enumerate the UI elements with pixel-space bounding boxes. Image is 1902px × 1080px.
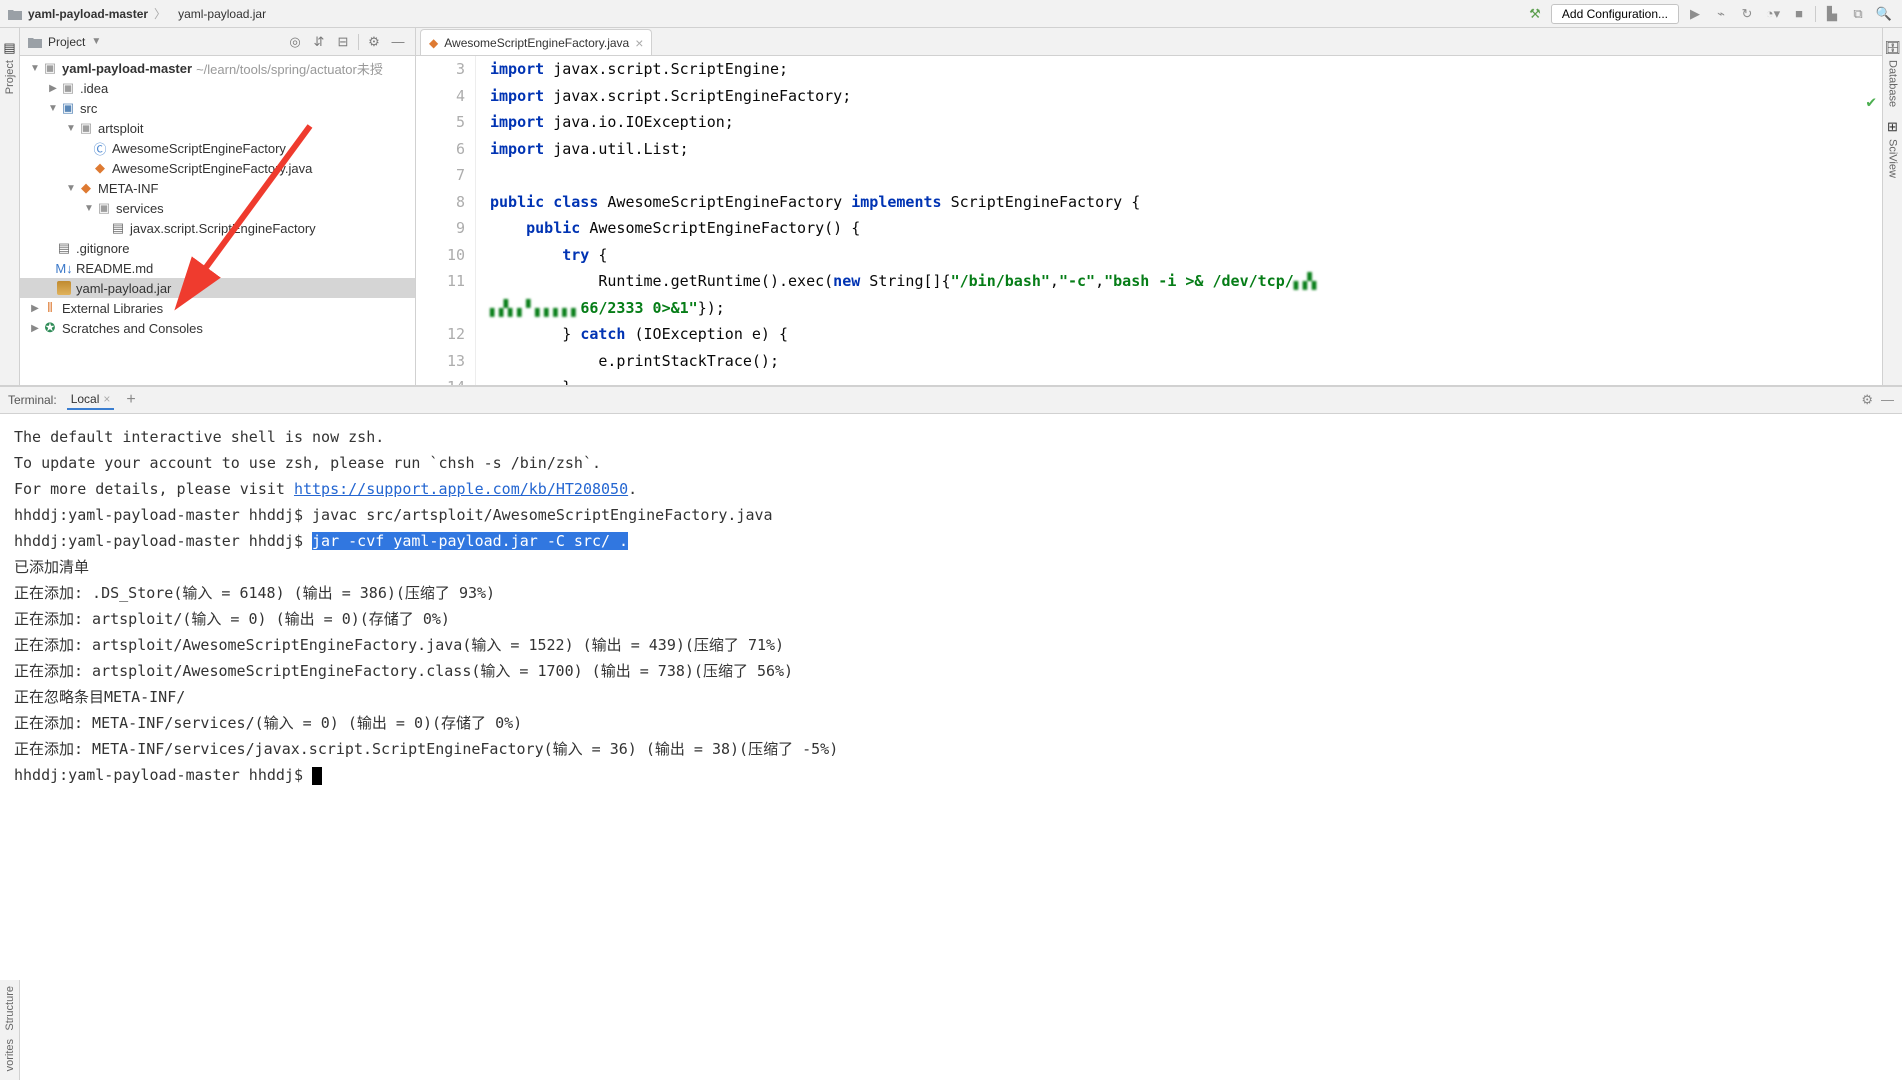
project-icon — [28, 36, 42, 48]
chevron-down-icon[interactable]: ▼ — [91, 36, 101, 47]
tree-gitignore[interactable]: ▤.gitignore — [20, 238, 415, 258]
project-panel: Project ▼ ◎ ⇵ ⊟ ⚙ — ▼▣yaml-payload-maste… — [20, 28, 416, 385]
tree-svc-file[interactable]: ▤javax.script.ScriptEngineFactory — [20, 218, 415, 238]
database-icon[interactable]: 🗄 — [1884, 40, 1901, 56]
hammer-icon[interactable]: ⚒ — [1525, 4, 1545, 24]
expand-icon[interactable]: ⧉ — [1848, 4, 1868, 24]
stop-icon[interactable]: ■ — [1789, 4, 1809, 24]
tree-metainf[interactable]: ▼◆META-INF — [20, 178, 415, 198]
structure-label[interactable]: Structure — [4, 986, 16, 1031]
editor-area: ◆ AwesomeScriptEngineFactory.java × ✔ 34… — [416, 28, 1882, 385]
terminal-panel: Terminal: Local× + ⚙ — The default inter… — [0, 386, 1902, 798]
tree-extlibs[interactable]: ▶⫴External Libraries — [20, 298, 415, 318]
add-configuration-button[interactable]: Add Configuration... — [1551, 4, 1679, 24]
git-icon[interactable]: ▙ — [1822, 4, 1842, 24]
close-icon[interactable]: × — [103, 392, 110, 406]
tree-services[interactable]: ▼▣services — [20, 198, 415, 218]
terminal-link[interactable]: https://support.apple.com/kb/HT208050 — [294, 480, 628, 498]
search-icon[interactable]: 🔍 — [1874, 4, 1894, 24]
debug-icon[interactable]: ⌁ — [1711, 4, 1731, 24]
tree-src[interactable]: ▼▣src — [20, 98, 415, 118]
left-bottom-stripe[interactable]: Structure vorites — [0, 980, 20, 1080]
breadcrumb-sep: 〉 — [154, 5, 166, 22]
line-gutter: 34567891011121314 — [416, 56, 476, 385]
code-body[interactable]: import javax.script.ScriptEngine; import… — [476, 56, 1882, 385]
tree-root[interactable]: ▼▣yaml-payload-master~/learn/tools/sprin… — [20, 58, 415, 78]
project-stripe-label[interactable]: Project — [4, 60, 16, 94]
add-terminal-button[interactable]: + — [126, 391, 135, 409]
project-stripe-icon: ▤ — [3, 40, 15, 56]
folder-icon — [8, 8, 22, 20]
tab-title: AwesomeScriptEngineFactory.java — [444, 36, 629, 50]
coverage-icon[interactable]: ↻ — [1737, 4, 1757, 24]
run-icon[interactable]: ▶ — [1685, 4, 1705, 24]
favorites-label[interactable]: vorites — [4, 1039, 16, 1071]
tree-artsploit[interactable]: ▼▣artsploit — [20, 118, 415, 138]
toolbar-right: ⚒ Add Configuration... ▶ ⌁ ↻ ◔▾ ■ ▙ ⧉ 🔍 — [1525, 4, 1894, 24]
project-tree[interactable]: ▼▣yaml-payload-master~/learn/tools/sprin… — [20, 56, 415, 385]
close-icon[interactable]: × — [635, 35, 643, 51]
sciview-icon[interactable]: ⊞ — [1887, 119, 1898, 135]
tree-readme[interactable]: M↓README.md — [20, 258, 415, 278]
hide-icon[interactable]: — — [389, 33, 407, 51]
gear-icon[interactable]: ⚙ — [365, 33, 383, 51]
database-label[interactable]: Database — [1887, 60, 1899, 107]
left-tool-stripe[interactable]: ▤ Project — [0, 28, 20, 385]
top-toolbar: yaml-payload-master 〉 yaml-payload.jar ⚒… — [0, 0, 1902, 28]
collapse-all-icon[interactable]: ⊟ — [334, 33, 352, 51]
java-icon: ◆ — [429, 36, 438, 50]
tree-class-file[interactable]: ⒸAwesomeScriptEngineFactory — [20, 138, 415, 158]
expand-all-icon[interactable]: ⇵ — [310, 33, 328, 51]
tree-scratches[interactable]: ▶✪Scratches and Consoles — [20, 318, 415, 338]
editor-tabs: ◆ AwesomeScriptEngineFactory.java × — [416, 28, 1882, 56]
terminal-body[interactable]: The default interactive shell is now zsh… — [0, 414, 1902, 798]
breadcrumb-file: yaml-payload.jar — [178, 7, 266, 21]
terminal-cursor — [312, 767, 322, 785]
hide-icon[interactable]: — — [1881, 392, 1894, 408]
right-tool-stripe[interactable]: 🗄 Database ⊞ SciView — [1882, 28, 1902, 385]
breadcrumb-root: yaml-payload-master — [28, 7, 148, 21]
project-panel-header: Project ▼ ◎ ⇵ ⊟ ⚙ — — [20, 28, 415, 56]
breadcrumb[interactable]: yaml-payload-master 〉 yaml-payload.jar — [8, 5, 266, 22]
terminal-tab[interactable]: Local× — [67, 390, 115, 410]
main-area: ▤ Project Project ▼ ◎ ⇵ ⊟ ⚙ — ▼▣yaml-pay… — [0, 28, 1902, 386]
tree-java-file[interactable]: ◆AwesomeScriptEngineFactory.java — [20, 158, 415, 178]
editor-tab[interactable]: ◆ AwesomeScriptEngineFactory.java × — [420, 29, 652, 55]
terminal-header: Terminal: Local× + ⚙ — — [0, 386, 1902, 414]
tree-jar[interactable]: yaml-payload.jar — [20, 278, 415, 298]
profile-icon[interactable]: ◔▾ — [1763, 4, 1783, 24]
gear-icon[interactable]: ⚙ — [1861, 392, 1873, 408]
tree-idea[interactable]: ▶▣.idea — [20, 78, 415, 98]
terminal-label: Terminal: — [8, 393, 57, 407]
select-opened-icon[interactable]: ◎ — [286, 33, 304, 51]
sciview-label[interactable]: SciView — [1887, 139, 1899, 178]
project-label[interactable]: Project — [48, 35, 85, 49]
code-editor[interactable]: ✔ 34567891011121314 import javax.script.… — [416, 56, 1882, 385]
